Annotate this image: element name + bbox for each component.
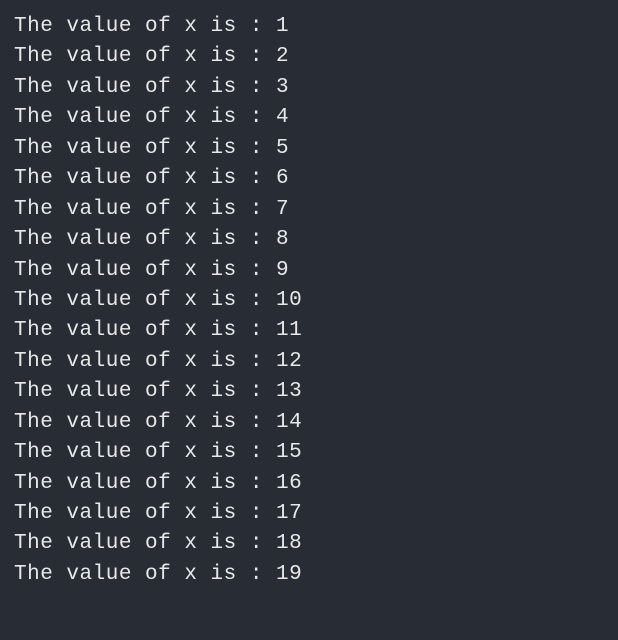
output-line: The value of x is : 17 bbox=[14, 499, 604, 529]
output-prefix: The value of x is : bbox=[14, 259, 276, 282]
output-value: 6 bbox=[276, 167, 289, 190]
output-prefix: The value of x is : bbox=[14, 502, 276, 525]
output-value: 2 bbox=[276, 45, 289, 68]
output-prefix: The value of x is : bbox=[14, 532, 276, 555]
output-prefix: The value of x is : bbox=[14, 411, 276, 434]
output-line: The value of x is : 18 bbox=[14, 529, 604, 559]
output-prefix: The value of x is : bbox=[14, 137, 276, 160]
output-value: 17 bbox=[276, 502, 302, 525]
output-prefix: The value of x is : bbox=[14, 167, 276, 190]
output-line: The value of x is : 4 bbox=[14, 103, 604, 133]
output-prefix: The value of x is : bbox=[14, 563, 276, 586]
output-line: The value of x is : 9 bbox=[14, 256, 604, 286]
output-value: 14 bbox=[276, 411, 302, 434]
output-value: 4 bbox=[276, 106, 289, 129]
output-prefix: The value of x is : bbox=[14, 441, 276, 464]
output-prefix: The value of x is : bbox=[14, 15, 276, 38]
output-line: The value of x is : 2 bbox=[14, 42, 604, 72]
output-prefix: The value of x is : bbox=[14, 472, 276, 495]
output-prefix: The value of x is : bbox=[14, 76, 276, 99]
output-prefix: The value of x is : bbox=[14, 289, 276, 312]
output-value: 5 bbox=[276, 137, 289, 160]
output-line: The value of x is : 8 bbox=[14, 225, 604, 255]
output-prefix: The value of x is : bbox=[14, 106, 276, 129]
output-value: 9 bbox=[276, 259, 289, 282]
output-prefix: The value of x is : bbox=[14, 198, 276, 221]
output-line: The value of x is : 12 bbox=[14, 347, 604, 377]
output-line: The value of x is : 7 bbox=[14, 195, 604, 225]
terminal-output: The value of x is : 1 The value of x is … bbox=[14, 12, 604, 590]
output-prefix: The value of x is : bbox=[14, 45, 276, 68]
output-prefix: The value of x is : bbox=[14, 350, 276, 373]
output-line: The value of x is : 11 bbox=[14, 316, 604, 346]
output-line: The value of x is : 1 bbox=[14, 12, 604, 42]
output-line: The value of x is : 19 bbox=[14, 560, 604, 590]
output-value: 19 bbox=[276, 563, 302, 586]
output-value: 3 bbox=[276, 76, 289, 99]
output-line: The value of x is : 16 bbox=[14, 469, 604, 499]
output-value: 16 bbox=[276, 472, 302, 495]
output-value: 18 bbox=[276, 532, 302, 555]
output-value: 15 bbox=[276, 441, 302, 464]
output-value: 13 bbox=[276, 380, 302, 403]
output-value: 1 bbox=[276, 15, 289, 38]
output-line: The value of x is : 6 bbox=[14, 164, 604, 194]
output-line: The value of x is : 5 bbox=[14, 134, 604, 164]
output-prefix: The value of x is : bbox=[14, 228, 276, 251]
output-value: 12 bbox=[276, 350, 302, 373]
output-line: The value of x is : 10 bbox=[14, 286, 604, 316]
output-line: The value of x is : 3 bbox=[14, 73, 604, 103]
output-value: 8 bbox=[276, 228, 289, 251]
output-prefix: The value of x is : bbox=[14, 380, 276, 403]
output-line: The value of x is : 14 bbox=[14, 408, 604, 438]
output-value: 7 bbox=[276, 198, 289, 221]
output-value: 11 bbox=[276, 319, 302, 342]
output-line: The value of x is : 15 bbox=[14, 438, 604, 468]
output-line: The value of x is : 13 bbox=[14, 377, 604, 407]
output-value: 10 bbox=[276, 289, 302, 312]
output-prefix: The value of x is : bbox=[14, 319, 276, 342]
